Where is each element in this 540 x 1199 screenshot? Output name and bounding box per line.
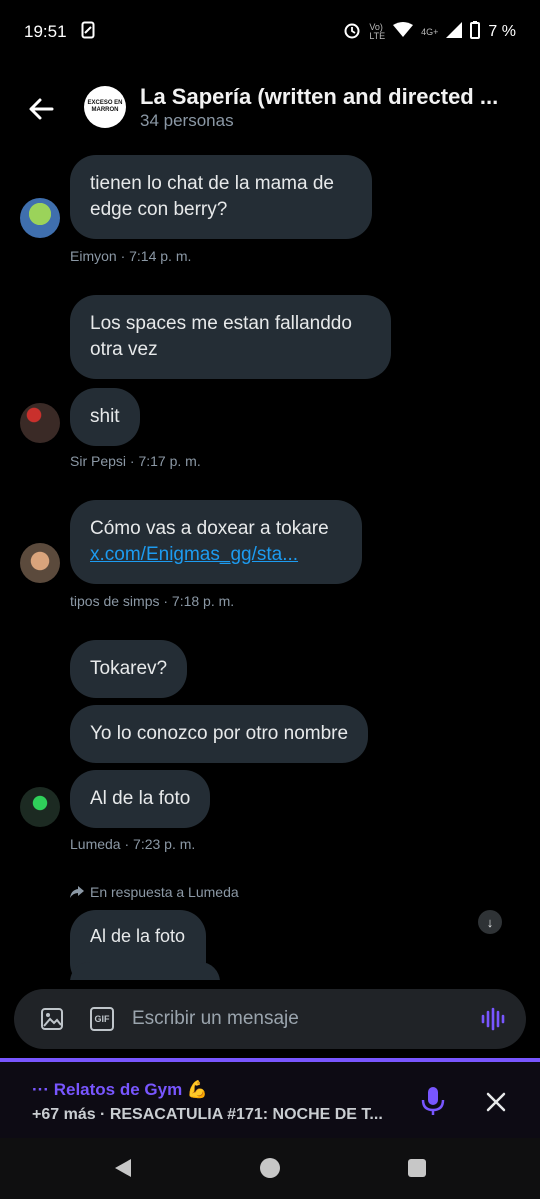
message-bubble[interactable]: Yo lo conozco por otro nombre — [70, 705, 369, 763]
group-title[interactable]: La Sapería (written and directed ... — [140, 84, 520, 110]
data-saver-icon — [81, 21, 95, 43]
message-text: Al de la foto — [90, 926, 186, 946]
message-text: Los spaces me estan fallanddo otra vez — [90, 313, 352, 360]
message-text: tienen lo chat de la mama de edge con be… — [90, 173, 334, 220]
status-bar: 19:51 Vo) LTE 4G+ 7 % — [0, 0, 540, 64]
message-bubble-partial[interactable] — [70, 962, 220, 980]
signal-icon — [446, 21, 463, 43]
message-text: shit — [90, 406, 120, 427]
member-count: 34 personas — [140, 111, 234, 130]
voice-message-button[interactable] — [480, 1006, 506, 1032]
arrow-left-icon — [29, 98, 54, 120]
close-space-button[interactable] — [484, 1090, 508, 1114]
conversation-header: EXCESO EN MARRON La Sapería (written and… — [0, 78, 540, 140]
nav-recents-button[interactable] — [408, 1159, 426, 1177]
close-icon — [486, 1092, 506, 1112]
microphone-button[interactable] — [420, 1086, 446, 1116]
nav-back-button[interactable] — [112, 1157, 134, 1184]
clock: 19:51 — [24, 22, 67, 41]
image-icon — [41, 1008, 63, 1030]
message-bubble[interactable]: shit — [70, 388, 140, 446]
system-nav-bar — [0, 1138, 540, 1199]
message-text: Cómo vas a doxear a tokare — [90, 518, 329, 539]
message-text: Al de la foto — [90, 788, 191, 809]
message-bubble[interactable]: Cómo vas a doxear a tokare x.com/Enigmas… — [70, 500, 362, 584]
avatar-eimyon[interactable] — [20, 198, 60, 238]
reply-label: En respuesta a Lumeda — [90, 884, 239, 900]
message-bubble[interactable]: Tokarev? — [70, 640, 188, 698]
message-meta: Lumeda · 7:23 p. m. — [70, 836, 196, 852]
volte-icon: Vo) LTE — [369, 22, 386, 41]
reply-arrow-icon — [70, 886, 84, 898]
network-type: 4G+ — [421, 26, 439, 37]
triangle-back-icon — [115, 1159, 131, 1177]
message-link[interactable]: x.com/Enigmas_gg/sta... — [90, 544, 298, 565]
group-avatar-text: EXCESO EN MARRON — [87, 100, 123, 113]
message-text: Yo lo conozco por otro nombre — [90, 723, 349, 744]
battery-icon — [470, 20, 481, 44]
alarm-icon — [343, 21, 361, 44]
message-composer: GIF — [14, 989, 526, 1049]
gif-label: GIF — [94, 1014, 110, 1024]
message-bubble[interactable]: tienen lo chat de la mama de edge con be… — [70, 155, 372, 239]
add-image-button[interactable] — [40, 1007, 64, 1031]
avatar-lumeda[interactable] — [20, 787, 60, 827]
reply-indicator: En respuesta a Lumeda — [70, 884, 239, 900]
message-list[interactable]: tienen lo chat de la mama de edge con be… — [0, 140, 540, 980]
battery-percent: 7 % — [488, 23, 516, 40]
wifi-icon — [393, 21, 414, 43]
live-space-bar[interactable]: ··· Relatos de Gym 💪 +67 más · RESACATUL… — [0, 1058, 540, 1138]
group-avatar[interactable]: EXCESO EN MARRON — [84, 86, 126, 128]
waveform-icon — [481, 1007, 505, 1031]
message-input[interactable] — [132, 1001, 462, 1037]
arrow-down-icon: ↓ — [486, 914, 494, 930]
message-meta: Eimyon · 7:14 p. m. — [70, 248, 192, 264]
back-button[interactable] — [26, 94, 56, 124]
message-bubble[interactable]: Los spaces me estan fallanddo otra vez — [70, 295, 391, 379]
scroll-to-bottom-button[interactable]: ↓ — [478, 910, 502, 934]
message-bubble[interactable]: Al de la foto — [70, 770, 211, 828]
nav-home-button[interactable] — [260, 1158, 280, 1178]
avatar-tipos-de-simps[interactable] — [20, 543, 60, 583]
message-meta: Sir Pepsi · 7:17 p. m. — [70, 453, 201, 469]
add-gif-button[interactable]: GIF — [90, 1007, 114, 1031]
space-subtitle: +67 más · RESACATULIA #171: NOCHE DE T..… — [32, 1106, 383, 1123]
space-title: ··· Relatos de Gym 💪 — [32, 1080, 209, 1099]
avatar-sir-pepsi[interactable] — [20, 403, 60, 443]
message-meta: tipos de simps · 7:18 p. m. — [70, 593, 235, 609]
message-text: Tokarev? — [90, 658, 168, 679]
microphone-icon — [421, 1087, 445, 1115]
